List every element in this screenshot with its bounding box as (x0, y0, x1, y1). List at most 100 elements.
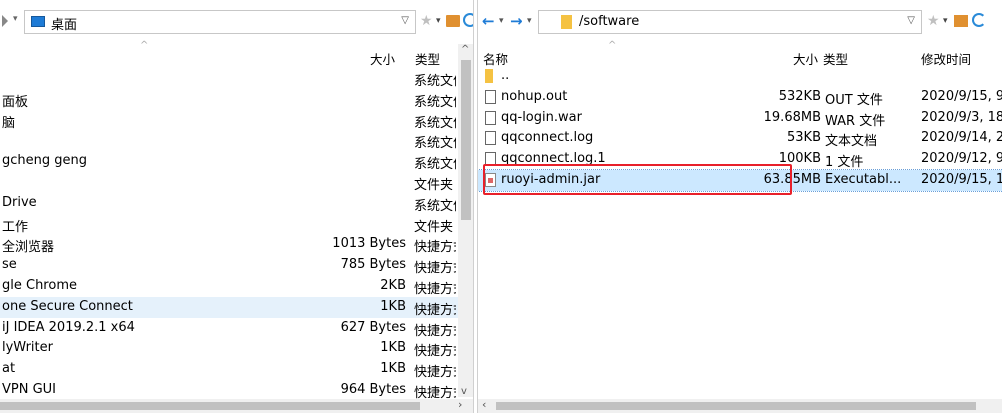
file-name: qq-login.war (501, 109, 582, 125)
favorite-dropdown-icon[interactable]: ▾ (943, 16, 948, 26)
file-name: at (2, 361, 16, 377)
file-name: Drive (2, 194, 37, 210)
file-type: 快捷方式 (414, 323, 456, 339)
address-dropdown-icon[interactable]: ▽ (401, 15, 409, 26)
file-type: 快捷方式 (414, 282, 456, 297)
file-size: 2KB (380, 278, 406, 293)
local-column-header: ^ 大小 类型 (0, 40, 458, 68)
local-file-row[interactable]: gle Chrome 2KB 快捷方式 (0, 276, 458, 297)
back-dropdown-icon[interactable]: ▾ (499, 16, 504, 26)
open-folder-icon[interactable] (954, 15, 968, 27)
scroll-left-icon[interactable]: ‹ (482, 398, 486, 411)
favorite-star-icon[interactable]: ★ (420, 13, 433, 29)
nav-back-arrow[interactable] (2, 15, 8, 27)
folder-icon (561, 15, 572, 29)
forward-dropdown-icon[interactable]: ▾ (527, 16, 532, 26)
local-file-row[interactable]: 脑 系统文件 (0, 110, 458, 131)
local-file-row[interactable]: one Secure Connect 1KB 快捷方式 (0, 296, 458, 318)
file-size: 1KB (380, 361, 406, 377)
file-name: gcheng geng (2, 153, 88, 169)
local-file-row[interactable]: se 785 Bytes 快捷方式 (0, 255, 458, 276)
file-type: 系统文件 (414, 74, 456, 89)
file-size: 785 Bytes (340, 257, 406, 273)
remote-file-row[interactable]: qq-login.war 19.68MB WAR 文件 2020/9/3, 18 (478, 108, 1002, 129)
file-type: 文本文档 (825, 134, 878, 150)
address-dropdown-icon[interactable]: ▽ (907, 15, 915, 26)
file-type: Executabl... (825, 172, 902, 187)
refresh-icon[interactable] (972, 13, 986, 27)
selection-highlight-box (483, 164, 792, 195)
sort-arrow-icon: ^ (140, 40, 149, 51)
local-horizontal-scrollbar[interactable]: › (0, 398, 473, 413)
local-vertical-scrollbar[interactable]: ^ v (458, 44, 473, 397)
file-name: qqconnect.log (501, 130, 594, 146)
remote-column-header: 名称 ^ 大小 类型 修改时间 (478, 40, 1002, 68)
hscroll-thumb[interactable] (496, 402, 976, 410)
local-file-row[interactable]: gcheng geng 系统文件 (0, 151, 458, 172)
file-type: WAR 文件 (825, 113, 886, 129)
local-file-row[interactable]: iJ IDEA 2019.2.1 x64 627 Bytes 快捷方式 (0, 318, 458, 339)
local-file-row[interactable]: 面板 系统文件 (0, 89, 458, 110)
file-name: nohup.out (501, 88, 568, 104)
size-column-header[interactable]: 大小 (370, 49, 395, 68)
file-type: 系统文件 (414, 136, 456, 152)
file-size: 53KB (787, 130, 821, 146)
file-type: OUT 文件 (825, 92, 883, 108)
file-name: 工作 (2, 219, 29, 235)
local-file-row[interactable]: Drive 系统文件 (0, 193, 458, 214)
type-column-header[interactable]: 类型 (415, 49, 440, 68)
folder-icon (485, 69, 493, 83)
file-size: 1KB (380, 298, 406, 314)
scroll-right-icon[interactable]: › (458, 398, 462, 411)
desktop-icon (31, 16, 45, 27)
scroll-up-icon[interactable]: ^ (461, 44, 469, 55)
remote-file-row[interactable]: nohup.out 532KB OUT 文件 2020/9/15, 9 (478, 87, 1002, 108)
local-file-pane: ▾ 桌面 ▽ ★ ▾ ^ 大小 类型 系统文件面板系统文件脑系统文件系统文件gc… (0, 0, 474, 413)
remote-address-bar[interactable]: /software ▽ (538, 10, 922, 34)
local-file-row[interactable]: VPN GUI964 Bytes快捷方式 (0, 380, 458, 401)
file-name: lyWriter (2, 340, 53, 356)
remote-horizontal-scrollbar[interactable]: ‹ (478, 398, 1002, 413)
back-arrow-icon[interactable]: ← (482, 12, 495, 30)
file-modified-time: 2020/9/3, 18 (921, 109, 1002, 125)
hscroll-thumb[interactable] (0, 402, 420, 410)
file-icon (485, 110, 496, 125)
file-modified-time: 2020/9/15, 9 (921, 88, 1002, 104)
refresh-icon[interactable] (463, 13, 473, 27)
local-path-text: 桌面 (51, 18, 78, 33)
file-size: 964 Bytes (340, 382, 406, 397)
file-type: 快捷方式 (414, 302, 456, 318)
file-name: VPN GUI (2, 382, 57, 397)
local-address-bar[interactable]: 桌面 ▽ (24, 10, 416, 34)
file-modified-time: 2020/9/12, 9 (921, 151, 1002, 167)
local-file-row[interactable]: 文件夹 (0, 172, 458, 193)
scroll-down-icon[interactable]: v (461, 386, 467, 397)
file-type: 快捷方式 (414, 261, 456, 277)
file-type: 快捷方式 (414, 344, 456, 360)
forward-arrow-icon[interactable]: → (510, 12, 523, 30)
file-size: 19.68MB (763, 109, 821, 125)
local-file-row[interactable]: at 1KB 快捷方式 (0, 359, 458, 380)
remote-file-row[interactable]: qqconnect.log 53KB 文本文档 2020/9/14, 2 (478, 128, 1002, 149)
file-name: gle Chrome (2, 278, 77, 293)
local-file-row[interactable]: 系统文件 (0, 68, 458, 89)
local-file-row[interactable]: 系统文件 (0, 130, 458, 151)
text-file-icon (485, 131, 496, 146)
remote-file-row[interactable]: .. (478, 66, 1002, 87)
scroll-thumb[interactable] (461, 60, 471, 220)
file-type: 1 文件 (825, 155, 864, 171)
file-size: 1013 Bytes (332, 236, 406, 252)
local-file-row[interactable]: lyWriter 1KB 快捷方式 (0, 338, 458, 359)
file-size: 532KB (778, 88, 821, 104)
file-type: 快捷方式 (414, 240, 456, 256)
open-folder-icon[interactable] (446, 15, 460, 27)
file-type: 系统文件 (414, 115, 456, 131)
file-size: 1KB (380, 340, 406, 356)
nav-dropdown-icon[interactable]: ▾ (13, 14, 18, 24)
favorite-star-icon[interactable]: ★ (927, 13, 940, 29)
local-file-row[interactable]: 工作 文件夹 (0, 214, 458, 235)
file-name: 脑 (2, 115, 16, 131)
local-file-row[interactable]: 全浏览器 1013 Bytes 快捷方式 (0, 234, 458, 255)
file-type: 系统文件 (414, 198, 456, 214)
favorite-dropdown-icon[interactable]: ▾ (436, 16, 441, 26)
